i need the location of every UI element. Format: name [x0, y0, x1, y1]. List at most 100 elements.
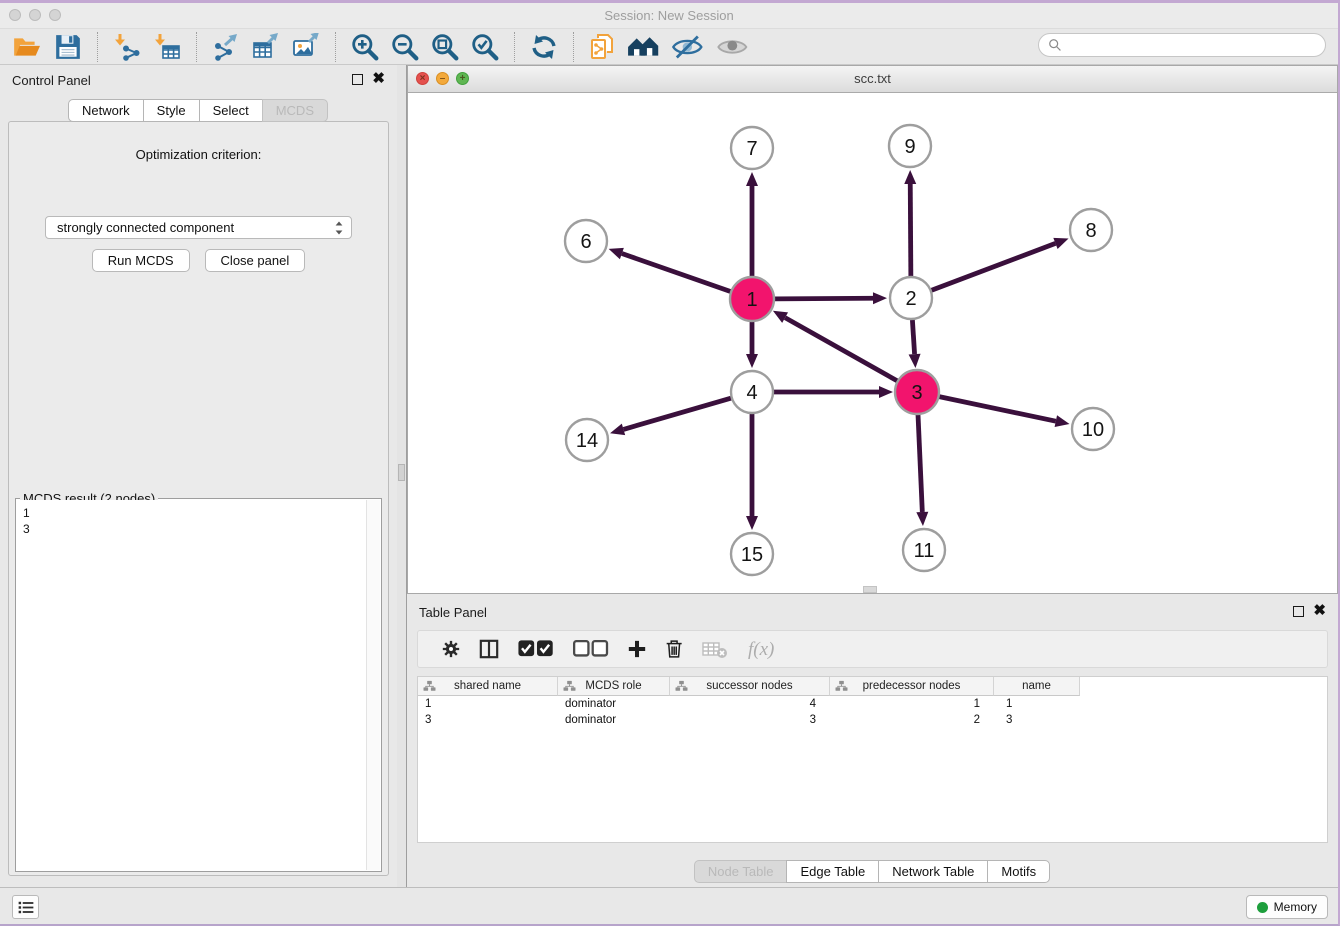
maximize-window-icon[interactable] — [49, 9, 61, 21]
delete-column-button[interactable] — [665, 639, 683, 659]
tab-network[interactable]: Network — [68, 99, 144, 122]
first-neighbors-button[interactable] — [627, 32, 659, 62]
zoom-out-button[interactable] — [391, 32, 419, 62]
edge-arrowhead — [909, 354, 921, 368]
result-scrollbar[interactable] — [366, 500, 380, 870]
open-session-button[interactable] — [12, 32, 42, 62]
float-table-panel-icon[interactable] — [1293, 606, 1304, 617]
tab-node-table[interactable]: Node Table — [694, 860, 788, 883]
graph-node-label: 8 — [1085, 220, 1096, 242]
minimize-view-icon[interactable]: – — [436, 72, 449, 85]
edge-arrowhead — [904, 170, 916, 184]
cell-successor-nodes[interactable]: 3 — [670, 712, 830, 728]
column-header-mcds-role[interactable]: MCDS role — [558, 677, 670, 696]
network-canvas[interactable]: 1234678910111415 — [408, 92, 1337, 593]
cell-predecessor-nodes[interactable]: 1 — [830, 696, 994, 712]
cell-successor-nodes[interactable]: 4 — [670, 696, 830, 712]
run-mcds-button[interactable]: Run MCDS — [92, 249, 190, 272]
zoom-selected-button[interactable] — [471, 32, 499, 62]
import-table-button[interactable] — [153, 32, 181, 62]
mcds-result-list[interactable]: 13 — [17, 500, 366, 870]
edge-1-6[interactable] — [622, 254, 731, 292]
new-network-from-selection-button[interactable] — [589, 32, 615, 62]
float-panel-icon[interactable] — [352, 74, 363, 85]
cell-name[interactable]: 1 — [994, 696, 1080, 712]
maximize-view-icon[interactable]: + — [456, 72, 469, 85]
export-network-icon — [212, 33, 240, 61]
application-window: Session: New Session Control Panel ✖ Net… — [0, 0, 1340, 926]
refresh-button[interactable] — [530, 32, 558, 62]
canvas-resize-handle[interactable] — [863, 586, 877, 593]
table-row[interactable]: 3dominator323 — [418, 712, 1327, 728]
tab-network-table[interactable]: Network Table — [878, 860, 988, 883]
table-settings-button[interactable] — [441, 639, 461, 659]
show-columns-button[interactable] — [479, 639, 499, 659]
edge-3-10[interactable] — [939, 397, 1056, 422]
column-header-predecessor-nodes[interactable]: predecessor nodes — [830, 677, 994, 696]
table-panel: Table Panel ✖ f(x) shared nameMCDS roles… — [407, 598, 1338, 887]
edge-2-9[interactable] — [910, 184, 911, 276]
tab-edge-table[interactable]: Edge Table — [786, 860, 879, 883]
table-row[interactable]: 1dominator411 — [418, 696, 1327, 712]
add-column-button[interactable] — [627, 639, 647, 659]
show-all-button[interactable] — [716, 32, 749, 62]
minimize-window-icon[interactable] — [29, 9, 41, 21]
tab-motifs[interactable]: Motifs — [987, 860, 1050, 883]
edge-3-1[interactable] — [785, 318, 898, 382]
graph-node-label: 15 — [741, 544, 763, 566]
search-input[interactable] — [1067, 37, 1316, 53]
graph-node-label: 7 — [746, 138, 757, 160]
network-graph: 1234678910111415 — [408, 92, 1337, 593]
tab-select[interactable]: Select — [199, 99, 263, 122]
panel-divider[interactable] — [397, 65, 407, 887]
close-panel-button[interactable]: Close panel — [205, 249, 306, 272]
edge-arrowhead — [746, 516, 758, 530]
cell-shared-name[interactable]: 3 — [418, 712, 558, 728]
memory-button[interactable]: Memory — [1246, 895, 1328, 919]
cell-name[interactable]: 3 — [994, 712, 1080, 728]
export-image-button[interactable] — [292, 32, 320, 62]
import-table-icon — [153, 33, 181, 61]
close-panel-icon[interactable]: ✖ — [372, 73, 385, 85]
new-network-from-selection-icon — [589, 33, 615, 61]
hide-selected-button[interactable] — [671, 32, 704, 62]
zoom-fit-button[interactable] — [431, 32, 459, 62]
cell-shared-name[interactable]: 1 — [418, 696, 558, 712]
close-window-icon[interactable] — [9, 9, 21, 21]
export-table-button[interactable] — [252, 32, 280, 62]
edge-3-11[interactable] — [918, 414, 922, 512]
toolbar-separator — [573, 32, 574, 62]
deselect-all-columns-button[interactable] — [572, 639, 609, 659]
close-view-icon[interactable]: × — [416, 72, 429, 85]
tab-style[interactable]: Style — [143, 99, 200, 122]
select-all-columns-button[interactable] — [517, 639, 554, 659]
task-list-icon — [17, 900, 35, 915]
cell-mcds-role[interactable]: dominator — [558, 696, 670, 712]
graph-node-label: 14 — [576, 430, 598, 452]
cell-mcds-role[interactable]: dominator — [558, 712, 670, 728]
task-history-button[interactable] — [12, 895, 39, 919]
toolbar-separator — [97, 32, 98, 62]
edge-4-14[interactable] — [623, 398, 730, 429]
column-header-shared-name[interactable]: shared name — [418, 677, 558, 696]
export-network-button[interactable] — [212, 32, 240, 62]
cell-predecessor-nodes[interactable]: 2 — [830, 712, 994, 728]
export-table-icon — [252, 33, 280, 61]
tab-mcds[interactable]: MCDS — [262, 99, 328, 122]
edge-1-2[interactable] — [774, 298, 873, 299]
close-table-panel-icon[interactable]: ✖ — [1313, 605, 1326, 617]
divider-handle[interactable] — [398, 464, 405, 481]
column-header-label: predecessor nodes — [863, 680, 961, 692]
column-header-name[interactable]: name — [994, 677, 1080, 696]
edge-2-3[interactable] — [912, 320, 914, 354]
control-panel-tabs: NetworkStyleSelectMCDS — [0, 99, 397, 122]
zoom-in-icon — [351, 33, 379, 61]
zoom-in-button[interactable] — [351, 32, 379, 62]
save-session-button[interactable] — [54, 32, 82, 62]
deselect-all-columns-icon — [572, 639, 609, 659]
column-header-successor-nodes[interactable]: successor nodes — [670, 677, 830, 696]
import-network-button[interactable] — [113, 32, 141, 62]
search-box[interactable] — [1038, 33, 1326, 57]
criterion-dropdown[interactable]: strongly connected component — [45, 216, 352, 239]
edge-2-8[interactable] — [932, 243, 1056, 290]
